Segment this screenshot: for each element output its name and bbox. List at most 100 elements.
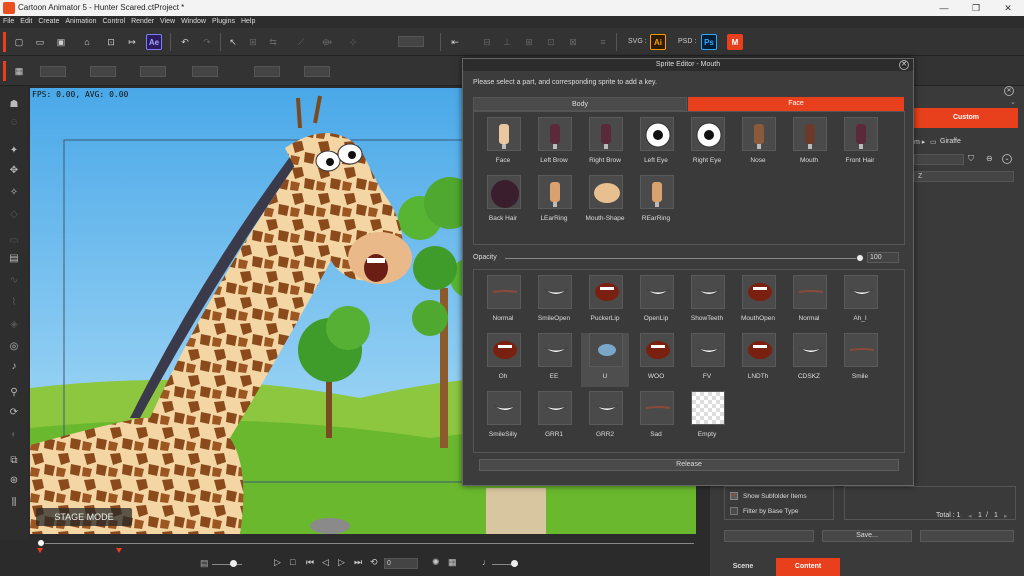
volume-slider-handle[interactable] (511, 560, 518, 567)
save-icon[interactable]: ▣ (54, 35, 68, 49)
part-cell[interactable]: Left Eye (632, 117, 680, 171)
position-y-field[interactable] (90, 66, 116, 77)
ungroup-icon[interactable]: ⊡ (544, 35, 558, 49)
opacity-field[interactable] (254, 66, 280, 77)
loop-icon[interactable]: ⟲ (370, 557, 378, 568)
part-thumbnail[interactable] (487, 175, 521, 209)
sprite-cell[interactable]: Normal (785, 275, 833, 329)
add-key-icon[interactable]: ⇤ (448, 35, 462, 49)
redo-icon[interactable]: ↷ (200, 35, 214, 49)
part-cell[interactable]: Right Eye (683, 117, 731, 171)
sprite-cell[interactable]: MouthOpen (734, 275, 782, 329)
sprite-cell[interactable]: Smile (836, 333, 884, 387)
menu-view[interactable]: View (157, 16, 178, 28)
menu-edit[interactable]: Edit (17, 16, 35, 28)
tab-content[interactable]: Content (776, 558, 840, 576)
timeline-track[interactable] (40, 543, 694, 544)
part-thumbnail[interactable] (742, 117, 776, 151)
menu-help[interactable]: Help (238, 16, 258, 28)
sprite-thumbnail[interactable] (538, 391, 572, 425)
part-cell[interactable]: Mouth-Shape (581, 175, 629, 229)
zoom-field[interactable] (398, 36, 424, 47)
sprite-thumbnail[interactable] (538, 333, 572, 367)
collapse-icon[interactable]: ⌄ (1010, 98, 1016, 106)
sprite-thumbnail[interactable] (487, 275, 521, 309)
sprite-thumbnail[interactable] (640, 391, 674, 425)
part-thumbnail[interactable] (538, 117, 572, 151)
part-cell[interactable]: Back Hair (479, 175, 527, 229)
close-button[interactable]: ✕ (998, 2, 1018, 14)
opacity-slider[interactable] (505, 258, 859, 259)
next-page-icon[interactable]: ▸ (1004, 512, 1008, 520)
export-icon[interactable]: ↦ (125, 35, 139, 49)
rotate-icon[interactable]: ⟳ (7, 406, 21, 420)
sprite-thumbnail[interactable] (487, 333, 521, 367)
folder-name[interactable]: Giraffe (940, 138, 961, 145)
undo-icon[interactable]: ↶ (178, 35, 192, 49)
sprite-thumbnail[interactable] (640, 333, 674, 367)
sprite-cell[interactable]: Oh (479, 333, 527, 387)
part-cell[interactable]: LEarRing (530, 175, 578, 229)
part-thumbnail[interactable] (691, 117, 725, 151)
sprite-thumbnail[interactable] (691, 333, 725, 367)
sprite-thumbnail[interactable] (487, 391, 521, 425)
maximize-button[interactable]: ❐ (966, 2, 986, 14)
sprite-thumbnail[interactable] (844, 275, 878, 309)
first-frame-icon[interactable]: ⏮ (306, 557, 314, 568)
play-icon[interactable]: ▷ (274, 557, 281, 568)
sprite-thumbnail[interactable] (793, 333, 827, 367)
timeline-icon[interactable]: ▭ (7, 234, 21, 248)
filter-base-checkbox[interactable] (730, 507, 738, 515)
render-icon[interactable]: ▦ (448, 557, 457, 568)
minimize-button[interactable]: — (934, 2, 954, 14)
tab-scene[interactable]: Scene (712, 558, 774, 576)
apply-button[interactable] (724, 530, 814, 542)
sprite-thumbnail[interactable] (589, 275, 623, 309)
part-cell[interactable]: Mouth (785, 117, 833, 171)
next-frame-icon[interactable]: ▷ (338, 557, 345, 568)
position-x-field[interactable] (40, 66, 66, 77)
menu-animation[interactable]: Animation (62, 16, 99, 28)
bone-icon[interactable]: ⟋ (294, 35, 308, 49)
order-field[interactable] (304, 66, 330, 77)
opacity-slider-handle[interactable] (856, 254, 864, 262)
part-cell[interactable]: Left Brow (530, 117, 578, 171)
sprite-cell[interactable]: SmileSilly (479, 391, 527, 445)
order-icon[interactable]: ⊠ (566, 35, 580, 49)
dropdown-circle-icon[interactable]: ⌄ (1002, 154, 1012, 164)
sprite-cell[interactable]: GRR2 (581, 391, 629, 445)
sprite-cell[interactable]: U (581, 333, 629, 387)
camera-icon[interactable]: ◎ (7, 340, 21, 354)
effect-icon[interactable]: ◐ (7, 428, 21, 442)
part-cell[interactable]: Nose (734, 117, 782, 171)
mirror-icon[interactable]: ⇆ (266, 35, 280, 49)
part-thumbnail[interactable] (844, 117, 878, 151)
tab-face[interactable]: Face (688, 97, 904, 111)
tab-body[interactable]: Body (473, 97, 687, 111)
sprite-cell[interactable]: ShowTeeth (683, 275, 731, 329)
stop-icon[interactable]: □ (290, 557, 295, 567)
network-icon[interactable]: ⊛ (7, 474, 21, 488)
photoshop-icon[interactable]: Ps (701, 34, 717, 50)
sprite-thumbnail[interactable] (589, 333, 623, 367)
link-icon[interactable]: ⊖ (986, 154, 993, 163)
illustrator-icon[interactable]: Ai (650, 34, 666, 50)
morph-icon[interactable]: ◇ (7, 208, 21, 222)
sprite-thumbnail[interactable] (589, 391, 623, 425)
sprite-cell[interactable]: WOO (632, 333, 680, 387)
m-plugin-icon[interactable]: M (727, 34, 743, 50)
sprite-thumbnail[interactable] (742, 333, 776, 367)
align-icon[interactable]: ⊟ (480, 35, 494, 49)
select-arrow-icon[interactable]: ↖ (226, 35, 240, 49)
store-icon[interactable]: ⌂ (80, 35, 94, 49)
tab-custom[interactable]: Custom (914, 108, 1018, 128)
walk-icon[interactable]: ⚲ (7, 386, 21, 400)
part-thumbnail[interactable] (487, 117, 521, 151)
opacity-input[interactable]: 100 (867, 252, 899, 263)
part-thumbnail[interactable] (538, 175, 572, 209)
part-cell[interactable]: Face (479, 117, 527, 171)
sprite-cell[interactable]: OpenLip (632, 275, 680, 329)
group-icon[interactable]: ⊞ (522, 35, 536, 49)
menu-window[interactable]: Window (178, 16, 209, 28)
sprite-icon[interactable]: ▤ (7, 252, 21, 266)
